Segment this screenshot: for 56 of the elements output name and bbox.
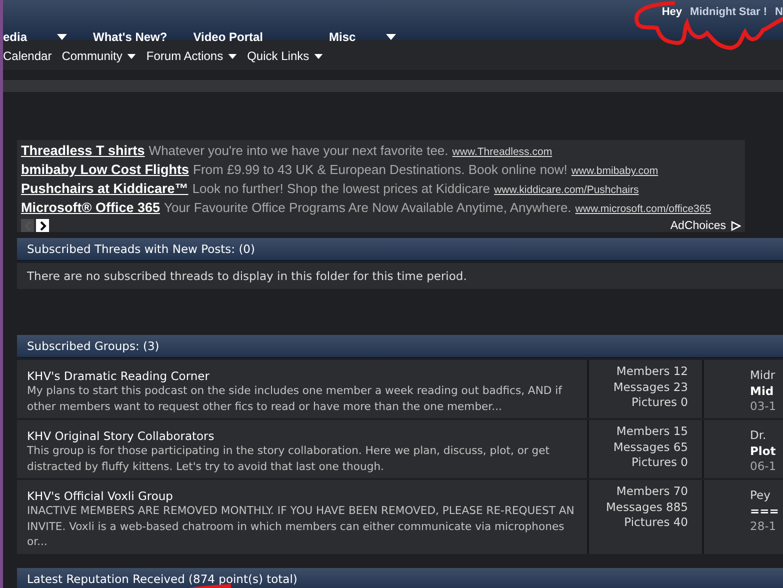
username-link[interactable]: Midnight Star ! [690, 6, 768, 18]
members-count: Members 15 [615, 424, 688, 440]
members-count: Members 70 [615, 484, 688, 500]
nav-link[interactable]: Quick Links [247, 49, 324, 63]
nav-link[interactable]: Community [62, 49, 136, 63]
group-name-link[interactable]: KHV Original Story Collaborators [27, 429, 577, 443]
adchoices-link[interactable]: AdChoices [670, 220, 726, 232]
messages-count: Messages 23 [612, 380, 688, 395]
last-date: 06-1 [750, 459, 778, 474]
ad-text: Your Favourite Office Programs Are Now Available Anytime, Anywhere. [164, 200, 572, 215]
last-user: Midr [750, 368, 776, 384]
members-count: Members 12 [615, 364, 688, 380]
group-description: INACTIVE MEMBERS ARE REMOVED MONTHLY. IF YOU HAVE BEEN REMOVED, PLEASE RE-REQUEST AN INVITE. Voxli is a web-based chatroom in which members can either communicate via microphones or... [27, 503, 576, 550]
last-user: Pey [750, 488, 772, 504]
group-name-link[interactable]: KHV's Dramatic Reading Corner [27, 369, 577, 383]
ad-title-link[interactable]: Pushchairs at Kiddicare™ [21, 181, 188, 196]
last-title: === [750, 504, 780, 519]
section-title: Latest Reputation Received (874 point(s) total) [27, 572, 298, 586]
ad-text: From £9.99 to 43 UK & European Destinations. Book online now! [193, 162, 568, 177]
nav-tab[interactable]: What's New? [93, 30, 168, 44]
ad-url-link[interactable]: www.bmibaby.com [571, 165, 658, 177]
pictures-count: Pictures 0 [630, 455, 688, 470]
cut-text: N [775, 6, 783, 18]
chevron-left-icon [24, 220, 32, 230]
last-title: Plot [750, 444, 777, 459]
ad-title-link[interactable]: Threadless T shirts [21, 143, 145, 158]
group-description: This group is for those participating in the story collaboration. Here we plan, discuss, plot, or get distracted by fluffy kittens. Let's try to avoid that last one though. [27, 443, 551, 474]
messages-count: Messages 65 [612, 440, 688, 455]
messages-count: Messages 885 [605, 500, 688, 515]
nav-tab[interactable]: edia [3, 30, 68, 44]
last-date: 28-1 [750, 519, 778, 534]
last-title: Mid [750, 384, 775, 399]
ad-url-link[interactable]: www.kiddicare.com/Pushchairs [494, 184, 639, 196]
pictures-count: Pictures 0 [630, 395, 688, 410]
nav-link[interactable]: Calendar [3, 49, 52, 63]
pictures-count: Pictures 40 [623, 515, 688, 530]
last-user: Dr. [750, 428, 768, 444]
next-button[interactable] [36, 219, 49, 232]
ad-title-link[interactable]: bmibaby Low Cost Flights [21, 162, 189, 177]
empty-message: There are no subscribed threads to display in this folder for this time period. [27, 269, 467, 283]
group-description: My plans to start this podcast on the side includes one member a week reading out badfics, AND if other members want to request other fics to read or have more than the one member... [27, 383, 564, 414]
nav-link[interactable]: Forum Actions [146, 49, 238, 63]
section-title: Subscribed Threads with New Posts: (0) [27, 242, 255, 256]
section-title: Subscribed Groups: (3) [27, 339, 160, 353]
chevron-right-icon [38, 220, 46, 230]
group-name-link[interactable]: KHV's Official Voxli Group [27, 489, 577, 503]
nav-tab[interactable]: Misc [329, 30, 396, 44]
ad-text: Whatever you're into we have your next favorite tee. [148, 143, 448, 158]
ad-url-link[interactable]: www.Threadless.com [452, 146, 552, 158]
ad-text: Look no further! Shop the lowest prices at Kiddicare [192, 181, 490, 196]
last-date: 03-1 [750, 399, 778, 414]
greeting-text: Hey [662, 6, 682, 18]
nav-tab[interactable]: Video Portal [193, 30, 264, 44]
play-icon [731, 220, 741, 230]
ad-title-link[interactable]: Microsoft® Office 365 [21, 200, 160, 215]
ad-url-link[interactable]: www.microsoft.com/office365 [575, 203, 712, 215]
